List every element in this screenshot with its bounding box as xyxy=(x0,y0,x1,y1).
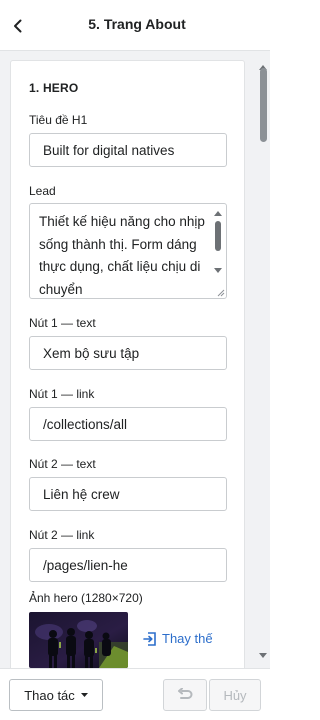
btn1-text-value: Xem bộ sưu tập xyxy=(43,345,140,361)
textarea-scroll-down-icon[interactable] xyxy=(214,267,222,275)
page-title: 5. Trang About xyxy=(88,16,186,32)
btn2-link-input[interactable]: /pages/lien-he xyxy=(29,548,227,582)
actions-label: Thao tác xyxy=(24,687,75,703)
btn2-link-value: /pages/lien-he xyxy=(43,557,128,573)
h1-label: Tiêu đề H1 xyxy=(29,113,88,127)
btn2-text-input[interactable]: Liên hệ crew xyxy=(29,477,227,511)
caret-down-icon xyxy=(80,692,88,697)
settings-panel: 1. HERO Tiêu đề H1 Built for digital nat… xyxy=(0,51,270,668)
lead-label: Lead xyxy=(29,184,56,198)
textarea-scroll-up-icon[interactable] xyxy=(214,209,222,217)
hero-image-thumbnail[interactable] xyxy=(29,612,128,668)
actions-button[interactable]: Thao tác xyxy=(9,679,103,711)
undo-button[interactable] xyxy=(163,679,207,711)
replace-icon xyxy=(143,631,156,646)
lead-textarea[interactable]: Thiết kế hiệu năng cho nhịp sống thành t… xyxy=(29,203,227,299)
btn1-link-input[interactable]: /collections/all xyxy=(29,407,227,441)
btn2-text-value: Liên hệ crew xyxy=(43,486,120,502)
btn1-link-value: /collections/all xyxy=(43,416,128,432)
btn2-link-label: Nút 2 — link xyxy=(29,528,95,542)
undo-icon xyxy=(178,688,193,699)
hero-section-card: 1. HERO Tiêu đề H1 Built for digital nat… xyxy=(10,60,245,668)
panel-scroll-thumb[interactable] xyxy=(260,68,267,142)
section-title: 1. HERO xyxy=(29,81,79,95)
editor-header: 5. Trang About xyxy=(0,0,270,51)
textarea-scroll-thumb[interactable] xyxy=(215,221,221,251)
btn2-text-label: Nút 2 — text xyxy=(29,457,96,471)
btn1-text-input[interactable]: Xem bộ sưu tập xyxy=(29,336,227,370)
h1-input-value: Built for digital natives xyxy=(43,142,175,158)
resize-handle-icon[interactable] xyxy=(215,287,225,297)
h1-input[interactable]: Built for digital natives xyxy=(29,133,227,167)
panel-scrollbar[interactable] xyxy=(256,51,270,668)
hero-image-label: Ảnh hero (1280×720) xyxy=(29,591,143,605)
cancel-button[interactable]: Hủy xyxy=(209,679,261,711)
replace-label: Thay thế xyxy=(162,631,213,646)
btn1-link-label: Nút 1 — link xyxy=(29,387,95,401)
replace-image-link[interactable]: Thay thế xyxy=(143,631,213,646)
editor-footer: Thao tác Hủy xyxy=(0,668,270,720)
lead-textarea-value: Thiết kế hiệu năng cho nhịp sống thành t… xyxy=(39,214,205,297)
scroll-down-icon[interactable] xyxy=(259,646,267,664)
btn1-text-label: Nút 1 — text xyxy=(29,316,96,330)
